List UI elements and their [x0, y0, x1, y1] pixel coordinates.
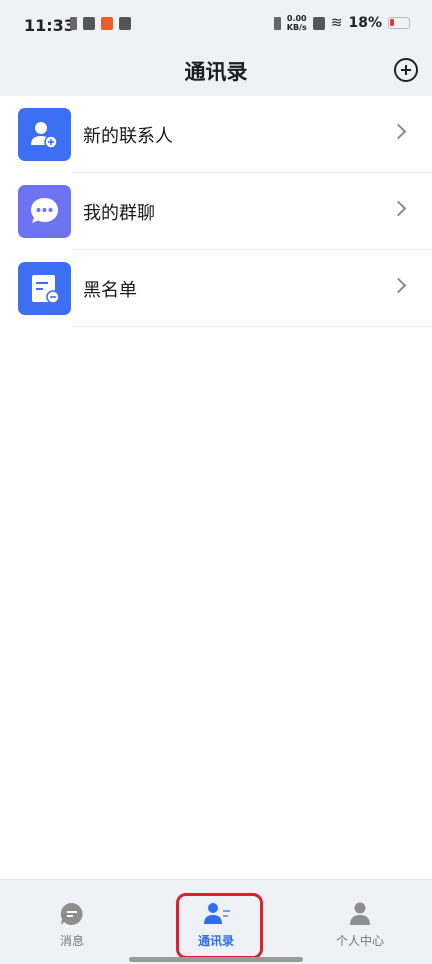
- tab-profile[interactable]: 个人中心: [288, 880, 432, 964]
- add-icon[interactable]: [394, 58, 418, 82]
- chevron-right-icon: [390, 277, 407, 294]
- profile-icon: [347, 901, 373, 931]
- list-item-label: 黑名单: [83, 280, 137, 301]
- wifi-icon: ≋: [330, 15, 343, 31]
- app-notification-icon: [83, 17, 95, 30]
- list-item-label: 新的联系人: [83, 126, 173, 147]
- net-speed: 0.00 KB/s: [286, 14, 307, 32]
- status-notification-icons: [70, 17, 131, 30]
- app-notification-icon: [101, 17, 113, 30]
- tab-messages[interactable]: 消息: [0, 880, 144, 964]
- battery-percent: 18%: [348, 15, 382, 31]
- list-item-label: 我的群聊: [83, 203, 155, 224]
- tab-label: 个人中心: [335, 934, 384, 948]
- message-icon: [59, 901, 85, 931]
- list-item-blacklist[interactable]: 黑名单: [0, 250, 432, 327]
- page-title: 通讯录: [184, 60, 248, 84]
- chevron-right-icon: [390, 123, 407, 140]
- divider: [72, 326, 432, 327]
- tab-label: 消息: [59, 934, 84, 948]
- contacts-menu-list: 新的联系人 我的群聊 黑名单: [0, 96, 432, 327]
- status-right: 0.00 KB/s ≋ 18%: [273, 14, 410, 32]
- sim-icon: [70, 17, 77, 30]
- blacklist-icon: [18, 262, 71, 315]
- highlight-annotation: [176, 893, 263, 959]
- vibrate-icon: [273, 16, 281, 30]
- list-item-new-contacts[interactable]: 新的联系人: [0, 96, 432, 173]
- battery-icon: [388, 17, 410, 29]
- status-bar: 11:33 0.00 KB/s ≋ 18%: [0, 0, 432, 48]
- chevron-right-icon: [390, 200, 407, 217]
- add-contact-icon: [18, 108, 71, 161]
- list-item-my-groups[interactable]: 我的群聊: [0, 173, 432, 250]
- no-sim-icon: [312, 16, 325, 30]
- group-chat-icon: [18, 185, 71, 238]
- home-indicator: [129, 957, 303, 962]
- app-notification-icon: [119, 17, 131, 30]
- status-time: 11:33: [24, 16, 75, 35]
